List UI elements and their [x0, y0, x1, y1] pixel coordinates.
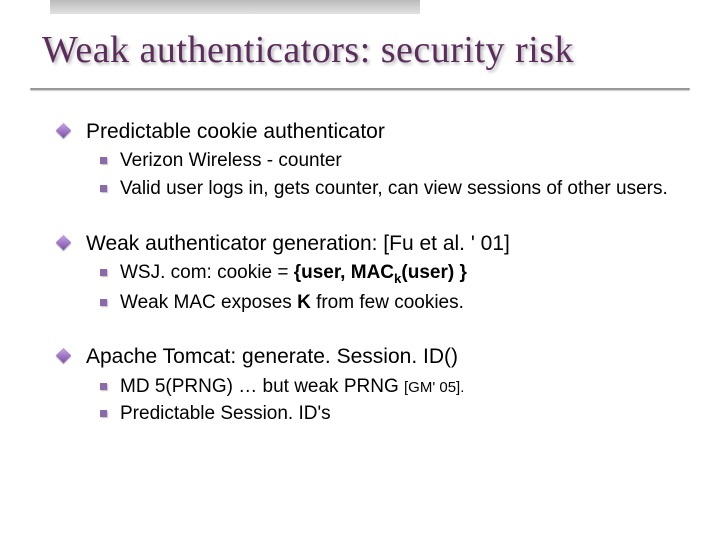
level2-bold: {user, MACk(user) } — [294, 262, 467, 283]
square-bullet-icon — [100, 299, 107, 306]
slide-body: Predictable cookie authenticator Verizon… — [58, 118, 688, 429]
level2-item: Valid user logs in, gets counter, can vi… — [58, 176, 688, 202]
level1-text: Weak authenticator generation: [Fu et al… — [86, 232, 510, 255]
bullet-block: Predictable cookie authenticator Verizon… — [58, 118, 688, 202]
diamond-bullet-icon — [56, 123, 72, 139]
level1-item: Apache Tomcat: generate. Session. ID() — [58, 343, 688, 371]
title-rule — [30, 88, 690, 90]
level2-item: Verizon Wireless - counter — [58, 148, 688, 174]
square-bullet-icon — [100, 185, 107, 192]
diamond-bullet-icon — [56, 234, 72, 250]
level2-item: Predictable Session. ID's — [58, 401, 688, 427]
slide: Weak authenticators: security risk Predi… — [0, 0, 720, 540]
level2-item: WSJ. com: cookie = {user, MACk(user) } — [58, 260, 688, 288]
level2-text: MD 5(PRNG) … but weak PRNG — [120, 376, 404, 397]
citation: [GM' 05]. — [404, 379, 464, 396]
square-bullet-icon — [100, 410, 107, 417]
level2-text: Verizon Wireless - counter — [120, 150, 342, 171]
level1-text: Apache Tomcat: generate. Session. ID() — [86, 345, 458, 368]
level2-text: Predictable Session. ID's — [120, 403, 331, 424]
level1-item: Predictable cookie authenticator — [58, 118, 688, 146]
level2-suffix: from few cookies. — [311, 292, 464, 313]
square-bullet-icon — [100, 157, 107, 164]
level2-prefix: WSJ. com: cookie = — [120, 262, 294, 283]
bullet-block: Weak authenticator generation: [Fu et al… — [58, 230, 688, 316]
level2-item: MD 5(PRNG) … but weak PRNG [GM' 05]. — [58, 374, 688, 400]
level2-item: Weak MAC exposes K from few cookies. — [58, 290, 688, 316]
square-bullet-icon — [100, 269, 107, 276]
level2-bold: K — [297, 292, 311, 313]
header-gradient — [50, 0, 420, 14]
square-bullet-icon — [100, 383, 107, 390]
level1-text: Predictable cookie authenticator — [86, 120, 385, 143]
slide-title: Weak authenticators: security risk — [42, 28, 574, 72]
diamond-bullet-icon — [56, 348, 72, 364]
level2-text: Valid user logs in, gets counter, can vi… — [120, 178, 668, 199]
level1-item: Weak authenticator generation: [Fu et al… — [58, 230, 688, 258]
level2-prefix: Weak MAC exposes — [120, 292, 297, 313]
bullet-block: Apache Tomcat: generate. Session. ID() M… — [58, 343, 688, 427]
